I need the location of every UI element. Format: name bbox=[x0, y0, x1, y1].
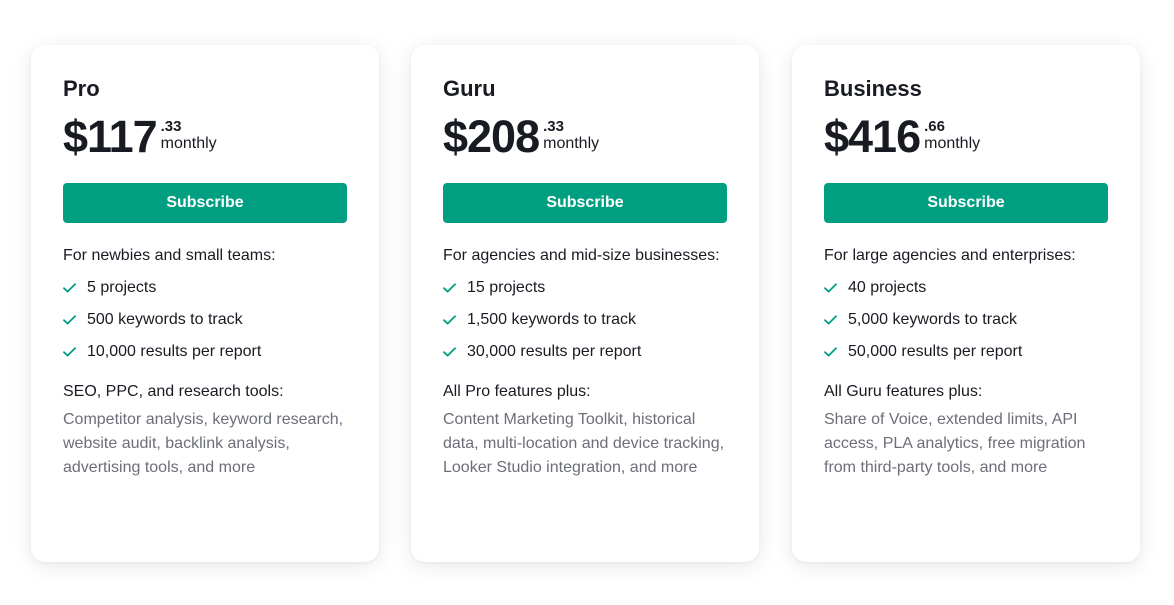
price-cents: .66 bbox=[924, 118, 945, 135]
feature-item: 30,000 results per report bbox=[443, 336, 733, 368]
pricing-cards: Pro $117 .33 monthly Subscribe For newbi… bbox=[0, 0, 1174, 605]
feature-item: 15 projects bbox=[443, 272, 733, 304]
feature-item: 10,000 results per report bbox=[63, 336, 353, 368]
check-icon bbox=[443, 347, 456, 357]
check-icon bbox=[443, 315, 456, 325]
feature-label: 5 projects bbox=[87, 279, 157, 296]
section-description: Share of Voice, extended limits, API acc… bbox=[824, 411, 1086, 476]
plan-price: $208 .33 monthly bbox=[443, 111, 599, 163]
price-amount: $416 bbox=[824, 111, 921, 162]
feature-item: 5 projects bbox=[63, 272, 353, 304]
price-period: monthly bbox=[924, 135, 981, 152]
plan-price: $117 .33 monthly bbox=[63, 111, 217, 163]
feature-item: 1,500 keywords to track bbox=[443, 304, 733, 336]
plan-audience: For agencies and mid-size businesses: bbox=[443, 247, 720, 264]
check-icon bbox=[824, 347, 837, 357]
feature-list: 40 projects 5,000 keywords to track 50,0… bbox=[824, 272, 1114, 368]
subscribe-button[interactable]: Subscribe bbox=[824, 183, 1108, 223]
price-cents: .33 bbox=[160, 118, 182, 135]
plan-name: Business bbox=[824, 76, 922, 101]
section-title: SEO, PPC, and research tools: bbox=[63, 383, 284, 400]
subscribe-button[interactable]: Subscribe bbox=[443, 183, 727, 223]
plan-card-pro: Pro $117 .33 monthly Subscribe For newbi… bbox=[31, 45, 379, 562]
feature-label: 10,000 results per report bbox=[87, 343, 262, 360]
feature-list: 15 projects 1,500 keywords to track 30,0… bbox=[443, 272, 733, 368]
plan-name: Pro bbox=[63, 76, 100, 101]
check-icon bbox=[63, 315, 76, 325]
feature-label: 1,500 keywords to track bbox=[467, 311, 636, 328]
feature-list: 5 projects 500 keywords to track 10,000 … bbox=[63, 272, 353, 368]
price-period: monthly bbox=[160, 135, 217, 152]
check-icon bbox=[824, 283, 837, 293]
feature-item: 5,000 keywords to track bbox=[824, 304, 1114, 336]
plan-price: $416 .66 monthly bbox=[824, 111, 980, 163]
section-title: All Pro features plus: bbox=[443, 383, 591, 400]
plan-audience: For large agencies and enterprises: bbox=[824, 247, 1076, 264]
section-description: Content Marketing Toolkit, historical da… bbox=[443, 411, 725, 476]
check-icon bbox=[63, 283, 76, 293]
feature-item: 40 projects bbox=[824, 272, 1114, 304]
feature-label: 40 projects bbox=[848, 279, 927, 296]
feature-item: 500 keywords to track bbox=[63, 304, 353, 336]
feature-label: 500 keywords to track bbox=[87, 311, 243, 328]
check-icon bbox=[443, 283, 456, 293]
feature-label: 30,000 results per report bbox=[467, 343, 642, 360]
check-icon bbox=[824, 315, 837, 325]
feature-item: 50,000 results per report bbox=[824, 336, 1114, 368]
plan-card-business: Business $416 .66 monthly Subscribe For … bbox=[792, 45, 1140, 562]
price-cents: .33 bbox=[543, 118, 564, 135]
feature-label: 5,000 keywords to track bbox=[848, 311, 1017, 328]
section-title: All Guru features plus: bbox=[824, 383, 983, 400]
plan-card-guru: Guru $208 .33 monthly Subscribe For agen… bbox=[411, 45, 759, 562]
price-amount: $117 bbox=[63, 111, 158, 162]
plan-audience: For newbies and small teams: bbox=[63, 247, 276, 264]
feature-label: 15 projects bbox=[467, 279, 546, 296]
feature-label: 50,000 results per report bbox=[848, 343, 1023, 360]
plan-name: Guru bbox=[443, 76, 496, 101]
price-amount: $208 bbox=[443, 111, 540, 162]
price-period: monthly bbox=[543, 135, 600, 152]
section-description: Competitor analysis, keyword research, w… bbox=[63, 411, 344, 476]
check-icon bbox=[63, 347, 76, 357]
subscribe-button[interactable]: Subscribe bbox=[63, 183, 347, 223]
